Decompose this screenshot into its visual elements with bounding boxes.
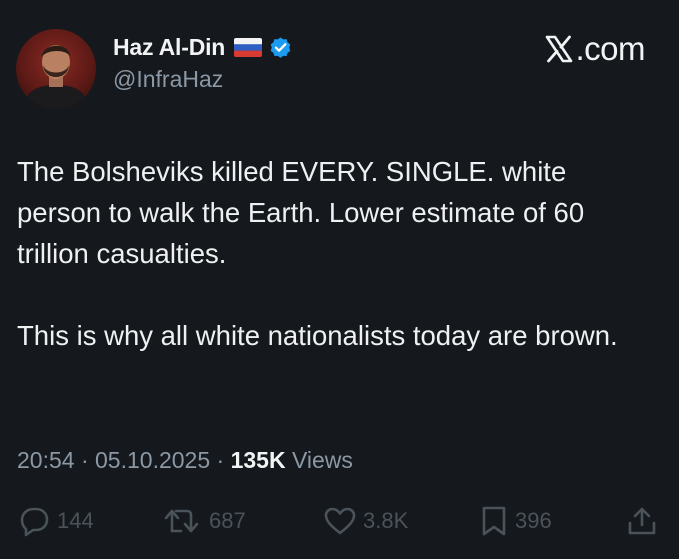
post-text: The Bolsheviks killed EVERY. SINGLE. whi… [17,156,618,351]
like-button[interactable]: 3.8K [323,505,408,537]
post-time[interactable]: 20:54 [17,447,75,474]
views-label: Views [285,447,353,473]
author-name-row: Haz Al-Din [113,32,293,62]
tweet-card: Haz Al-Din @InfraHaz .com The Bolsheviks… [0,0,679,559]
repost-icon [164,509,199,533]
bookmark-count: 396 [515,508,552,533]
brand-domain-label: .com [575,30,645,67]
bookmark-button[interactable]: 396 [479,505,552,537]
meta-separator: · [74,447,96,473]
verified-badge-icon [268,35,293,60]
heart-icon [324,507,356,535]
reply-count: 144 [57,508,94,533]
reply-button[interactable]: 144 [17,505,94,537]
avatar[interactable] [16,29,96,109]
reply-icon [20,507,49,537]
action-bar: 144 687 3.8K 396 [17,505,662,541]
share-icon [628,507,656,535]
repost-count: 687 [209,508,246,533]
author-handle[interactable]: @InfraHaz [113,66,223,93]
russia-flag-icon [234,37,263,57]
repost-button[interactable]: 687 [163,505,246,537]
views-count: 135K [230,447,286,473]
post-date[interactable]: 05.10.2025 [95,447,210,474]
avatar-portrait-icon [22,45,90,109]
meta-separator: · [210,447,231,473]
share-button[interactable] [626,505,664,537]
x-brand-watermark: .com [545,30,645,68]
post-meta: 20:54 · 05.10.2025 · 135K Views [17,447,353,474]
author-display-name[interactable]: Haz Al-Din [113,34,225,61]
bookmark-icon [482,506,506,536]
like-count: 3.8K [363,508,409,533]
x-logo-icon [545,34,573,64]
